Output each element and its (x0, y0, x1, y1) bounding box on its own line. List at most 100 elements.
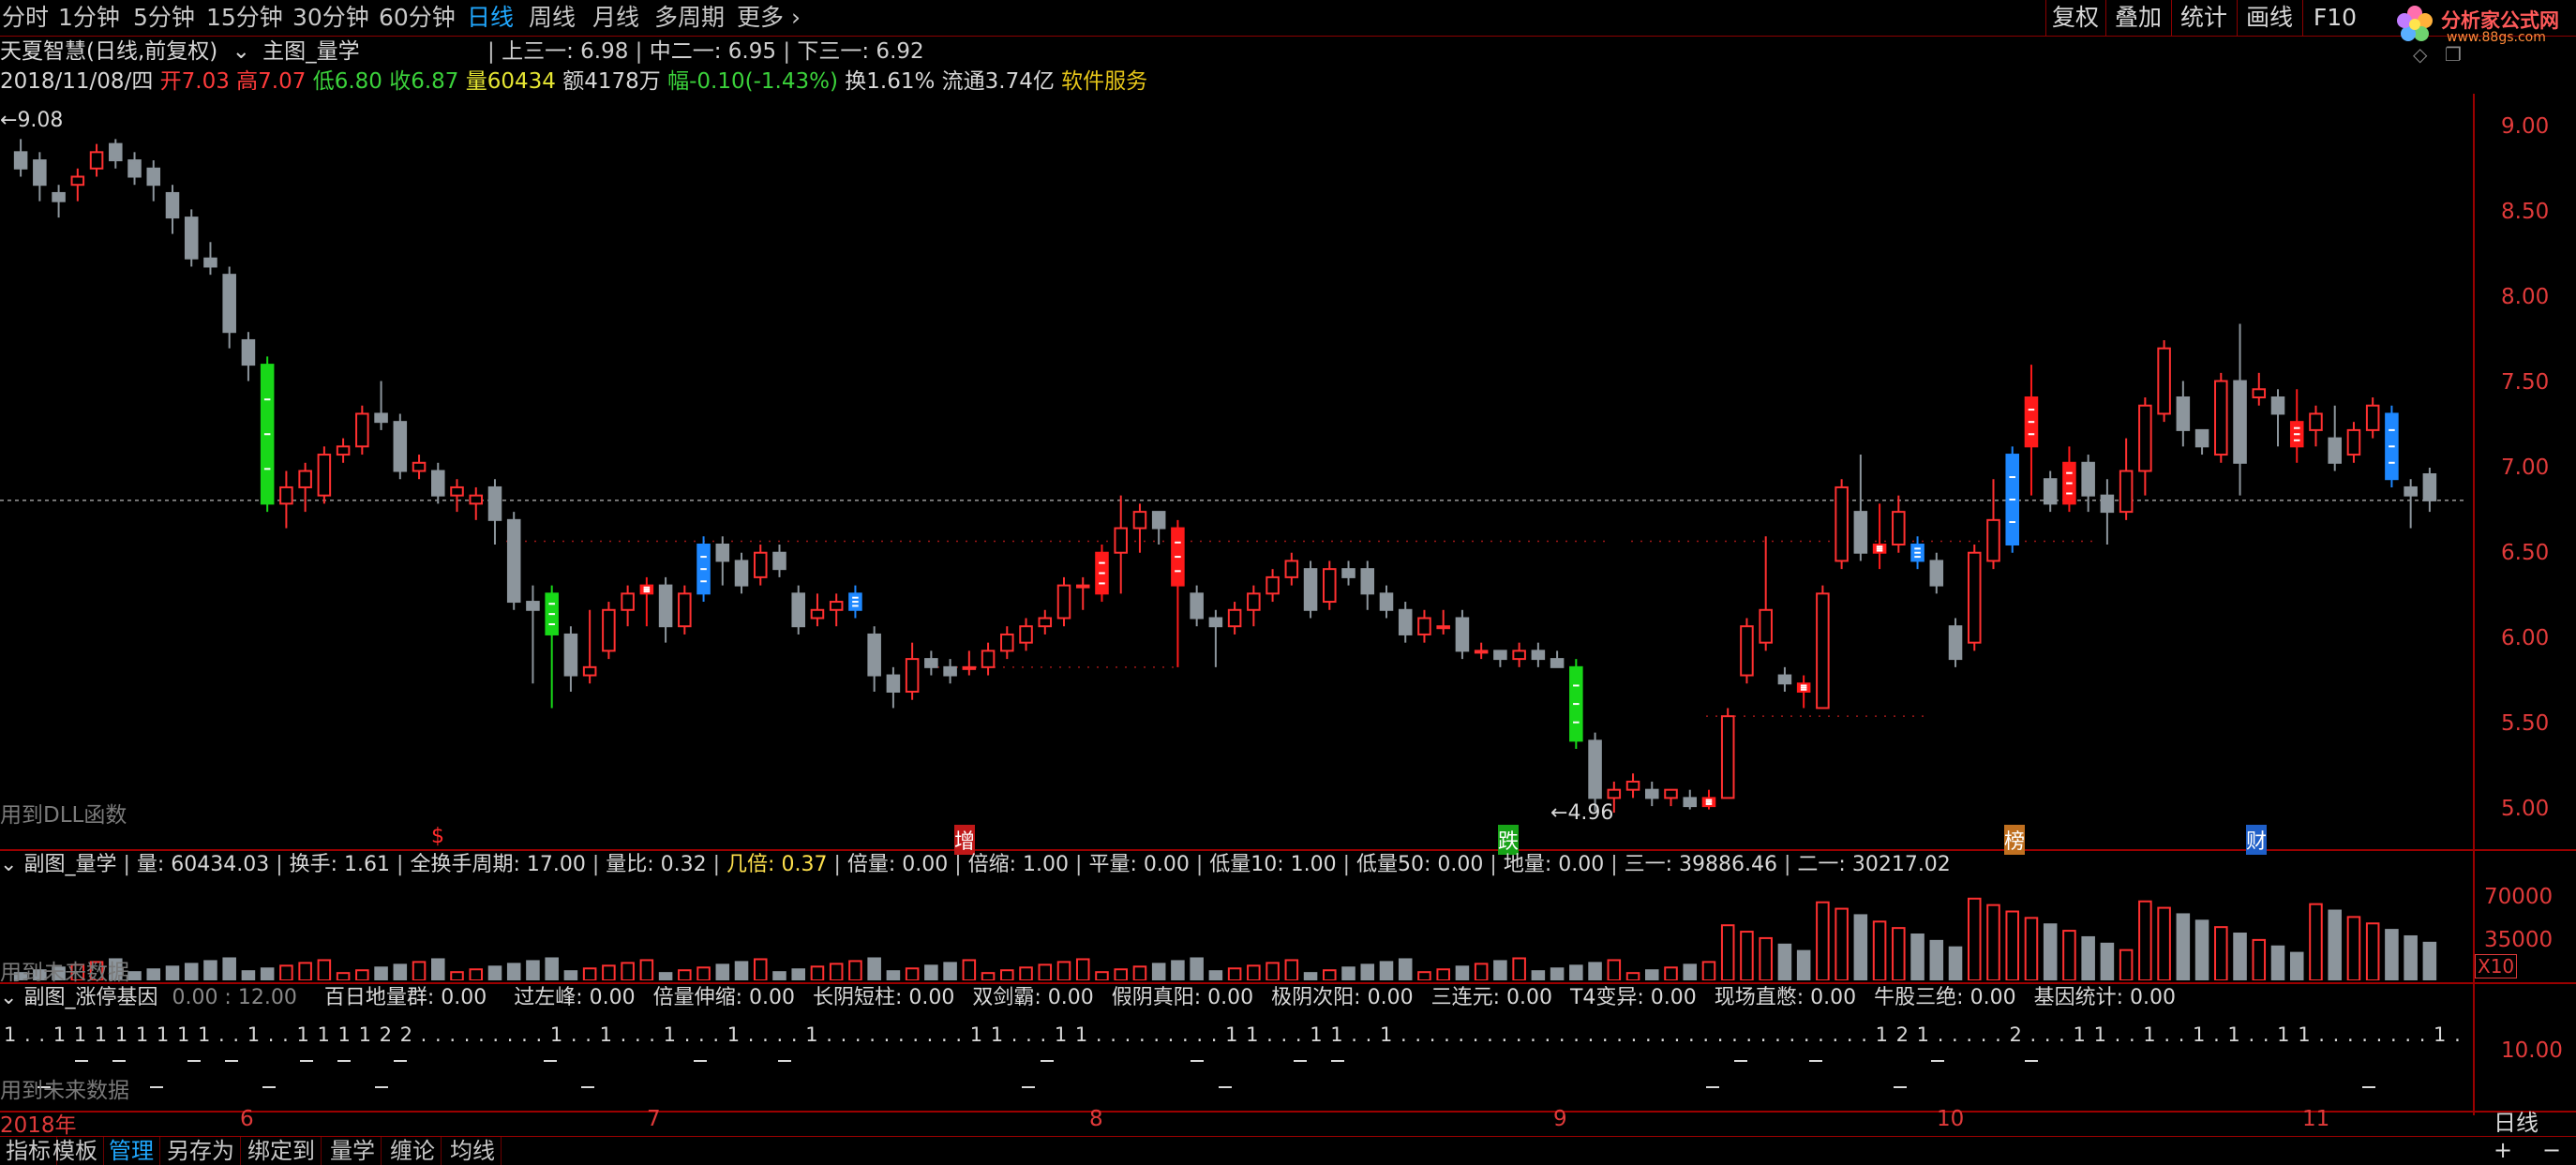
volume-bar (431, 958, 445, 980)
volume-bar (1607, 959, 1622, 980)
volume-bar (1777, 943, 1792, 980)
f10-button[interactable]: F10 (2302, 0, 2367, 36)
sub2-dropdown-icon[interactable]: ⌄ (0, 986, 17, 1009)
candle-body (1720, 715, 1735, 799)
tab-timeshare[interactable]: 分时 (2, 3, 49, 33)
tab-save-as[interactable]: 另存为 (161, 1137, 241, 1165)
candle-body (2270, 396, 2285, 415)
sub2-future-note: 用到未来数据 (0, 1079, 129, 1103)
volume-bar (1171, 960, 1185, 980)
settings-diamond-icon[interactable]: ◇ (2413, 43, 2427, 66)
volume-bar (696, 966, 711, 980)
tab-templates[interactable]: 模板 (47, 1137, 104, 1165)
sub1-field: 低量50: 0.00 (1356, 853, 1484, 876)
y-tick: 6.50 (2501, 541, 2550, 565)
overlay-button[interactable]: 叠加 (2105, 0, 2170, 36)
candle-body (165, 191, 180, 219)
candle-body (1038, 617, 1053, 628)
draw-line-button[interactable]: 画线 (2237, 0, 2301, 36)
min-price-value: 4.96 (1567, 801, 1614, 825)
volume-bar (469, 968, 484, 980)
sub1-field: 平量: 0.00 (1088, 853, 1190, 876)
sub1-field: 全换手周期: 17.00 (410, 853, 586, 876)
tab-manage[interactable]: 管理 (103, 1137, 160, 1165)
candle-body (1607, 788, 1622, 799)
volume-bar (506, 963, 521, 980)
title-row: 天夏智慧(日线,前复权) ⌄ 主图_量学 (0, 37, 360, 66)
stats-button[interactable]: 统计 (2171, 0, 2236, 36)
tab-ma[interactable]: 均线 (444, 1137, 502, 1165)
fuquan-button[interactable]: 复权 (2045, 0, 2104, 36)
candle-body (109, 142, 123, 162)
candle-body (2346, 428, 2361, 456)
volume-bar (545, 957, 559, 980)
tab-daily[interactable]: 日线 (467, 3, 514, 33)
volume-bar (1512, 957, 1526, 980)
candle-body (1208, 617, 1223, 628)
candle-body (602, 608, 616, 652)
candle-body (1417, 617, 1431, 635)
candle-body (1341, 568, 1355, 578)
volume-bar (1872, 920, 1887, 980)
sub2-field: T4变异: 0.00 (1569, 986, 1697, 1009)
tab-multi-period[interactable]: 多周期 (654, 3, 725, 33)
sector-label[interactable]: 软件服务 (1061, 69, 1147, 94)
open-label: 开 (159, 69, 182, 94)
tab-liangxue[interactable]: 量学 (324, 1137, 382, 1165)
tab-30min[interactable]: 30分钟 (292, 3, 369, 33)
candle-body (1227, 608, 1242, 628)
volume-bar (2005, 910, 2019, 980)
candle-body (127, 159, 142, 178)
volume-bar (1550, 967, 1565, 980)
candle-body (469, 494, 484, 505)
tab-5min[interactable]: 5分钟 (133, 3, 195, 33)
volume-bar (1436, 968, 1450, 980)
stock-name: 天夏智慧(日线,前复权) (0, 39, 218, 64)
candle-body (203, 257, 217, 268)
sub2-field: 过左峰: 0.00 (514, 986, 636, 1009)
vol-unit-badge: X10 (2475, 954, 2518, 978)
y-tick: 7.50 (2501, 370, 2550, 395)
candle-body (336, 445, 351, 456)
tab-more[interactable]: 更多 › (737, 3, 801, 33)
sub2-field: 百日地量群: 0.00 (323, 986, 487, 1009)
tab-15min[interactable]: 15分钟 (206, 3, 283, 33)
indicator-dropdown-icon[interactable]: ⌄ (232, 39, 250, 64)
volume-bar (1986, 904, 2000, 980)
candle-body (2081, 461, 2095, 497)
volume-bar (298, 962, 312, 980)
zoom-out-icon[interactable]: − (2542, 1137, 2561, 1163)
close-value: 6.87 (411, 69, 459, 94)
candle-body (1056, 584, 1071, 620)
main-indicator-name[interactable]: 主图_量学 (262, 39, 360, 64)
volume-bar (1569, 964, 1583, 980)
sub1-title[interactable]: 副图_量学 (23, 853, 116, 876)
marker-bang: 榜 (2004, 825, 2026, 855)
candle-body (2233, 380, 2247, 464)
candle-body (1853, 511, 1868, 554)
volume-bar (1208, 970, 1223, 980)
sub2-title[interactable]: 副图_涨停基因 (23, 986, 157, 1009)
volume-bar (1114, 968, 1128, 980)
volume-bar (2328, 909, 2342, 980)
sub1-field: 地量: 0.00 (1503, 853, 1605, 876)
zoom-in-icon[interactable]: + (2494, 1137, 2512, 1163)
tab-weekly[interactable]: 周线 (529, 3, 576, 33)
candle-body (563, 633, 578, 677)
tab-chanlun[interactable]: 缠论 (384, 1137, 442, 1165)
window-restore-icon[interactable]: ❐ (2445, 43, 2462, 66)
sub1-future-note: 用到未来数据 (0, 961, 129, 985)
candle-body (1625, 780, 1640, 791)
candle-body (1512, 650, 1526, 661)
tab-60min[interactable]: 60分钟 (379, 3, 456, 33)
tab-bind-to[interactable]: 绑定到 (242, 1137, 322, 1165)
tab-monthly[interactable]: 月线 (592, 3, 639, 33)
tab-1min[interactable]: 1分钟 (58, 3, 120, 33)
volume-bar (279, 964, 293, 980)
volume-bar (2270, 945, 2285, 980)
sub2-field: 假阴真阳: 0.00 (1111, 986, 1254, 1009)
period-indicator[interactable]: 日线 (2494, 1104, 2539, 1137)
volume-bar (1853, 914, 1868, 980)
volume-bar (2062, 930, 2076, 980)
sub1-dropdown-icon[interactable]: ⌄ (0, 853, 17, 876)
